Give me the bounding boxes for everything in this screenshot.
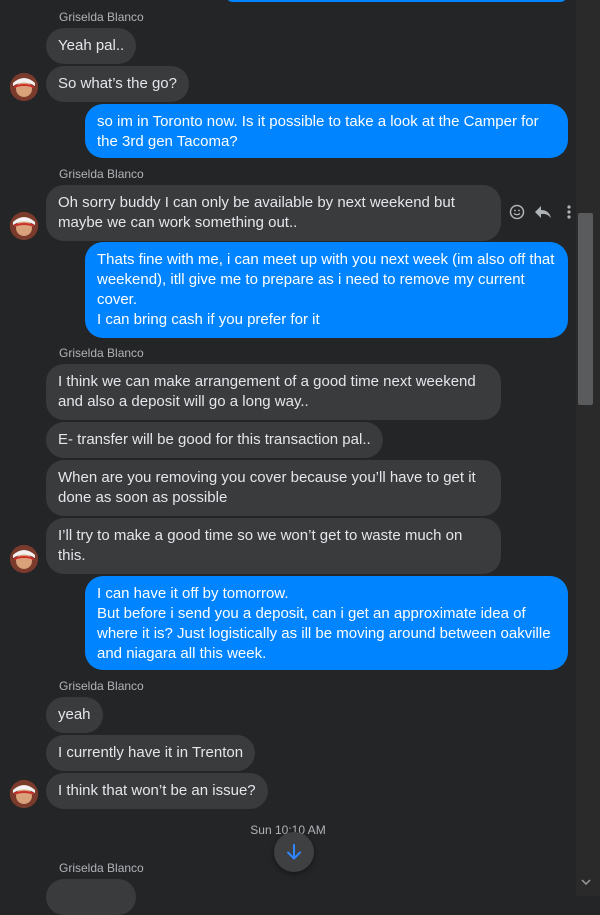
incoming-message[interactable]: I think we can make arrangement of a goo…	[46, 364, 501, 420]
avatar-image	[10, 73, 38, 101]
avatar-image	[10, 545, 38, 573]
sender-name: Griselda Blanco	[59, 346, 144, 360]
avatar[interactable]	[10, 73, 38, 101]
outgoing-message[interactable]: so im in Toronto now. Is it possible to …	[85, 104, 568, 158]
avatar-image	[10, 780, 38, 808]
message-thread[interactable]: Griselda Blanco Yeah pal.. So what’s the…	[0, 0, 578, 915]
scrollbar-thumb[interactable]	[578, 213, 593, 405]
incoming-message-partial[interactable]	[46, 879, 136, 915]
incoming-message[interactable]: E- transfer will be good for this transa…	[46, 422, 383, 458]
smiley-icon[interactable]	[508, 203, 526, 221]
sender-name: Griselda Blanco	[59, 10, 144, 24]
incoming-message[interactable]: Oh sorry buddy I can only be available b…	[46, 185, 501, 241]
scrollbar-track[interactable]	[576, 0, 600, 896]
avatar[interactable]	[10, 780, 38, 808]
scrollbar-down-arrow-icon[interactable]	[580, 876, 592, 888]
sender-name: Griselda Blanco	[59, 167, 144, 181]
outgoing-message[interactable]: Thats fine with me, i can meet up with y…	[85, 242, 568, 338]
reply-icon[interactable]	[534, 203, 552, 221]
message-actions	[508, 200, 578, 224]
incoming-message[interactable]: yeah	[46, 697, 103, 733]
incoming-message[interactable]: I currently have it in Trenton	[46, 735, 256, 771]
incoming-message[interactable]: Yeah pal..	[46, 28, 137, 64]
arrow-down-icon	[287, 844, 301, 860]
incoming-message[interactable]: I think that won’t be an issue?	[46, 773, 268, 809]
incoming-message[interactable]: So what’s the go?	[46, 66, 189, 102]
avatar[interactable]	[10, 545, 38, 573]
outgoing-message-partial[interactable]	[225, 0, 568, 2]
scroll-to-bottom-button[interactable]	[274, 832, 314, 872]
incoming-message[interactable]: I’ll try to make a good time so we won’t…	[46, 518, 501, 574]
sender-name: Griselda Blanco	[59, 679, 144, 693]
outgoing-message[interactable]: I can have it off by tomorrow. But befor…	[85, 576, 568, 670]
sender-name: Griselda Blanco	[59, 861, 144, 875]
avatar[interactable]	[10, 212, 38, 240]
avatar-image	[10, 212, 38, 240]
incoming-message[interactable]: When are you removing you cover because …	[46, 460, 501, 516]
